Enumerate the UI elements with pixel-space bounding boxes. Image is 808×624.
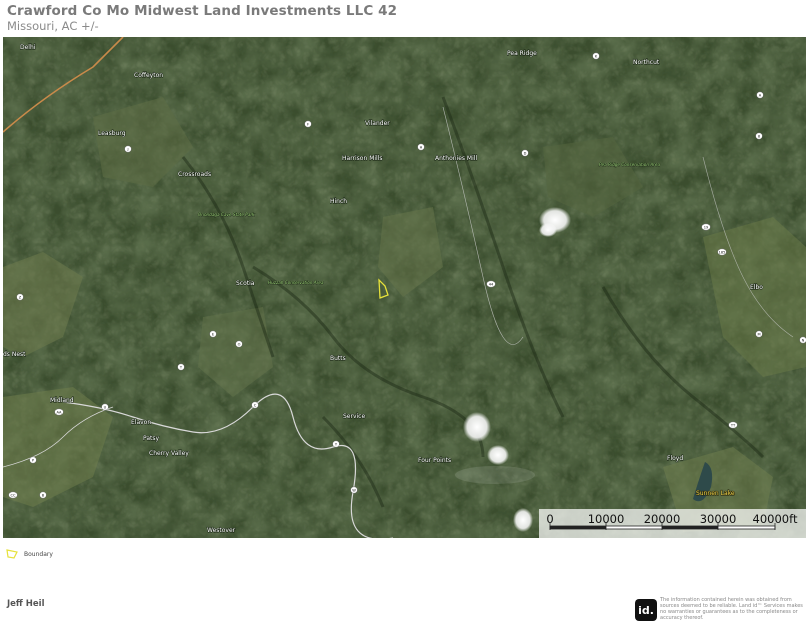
place-leasburg: Leasburg (98, 130, 126, 137)
route-shield: K (592, 52, 600, 60)
route-shield: P (29, 456, 37, 464)
map-subtitle: Missouri, AC +/- (7, 19, 99, 33)
scale-label-20000: 20000 (643, 512, 681, 526)
disclaimer-text: The information contained herein was obt… (660, 597, 803, 621)
route-shield: W (350, 486, 358, 494)
place-elavon: Elavon (131, 419, 151, 426)
map-canvas: Delhi Coffeyton Pea Ridge Northcut Leasb… (3, 37, 806, 538)
scale-label-10000: 10000 (587, 512, 625, 526)
place-pea-ridge: Pea Ridge (507, 50, 537, 57)
land-id-logo: id. (635, 599, 657, 621)
route-shield-label: D (524, 151, 527, 155)
place-vilander: Vilander (365, 120, 390, 127)
route-shield-label: 19 (704, 225, 709, 229)
route-shield: O (235, 340, 243, 348)
place-delhi: Delhi (20, 44, 36, 51)
route-shield: J (124, 145, 132, 153)
place-midland: Midland (50, 397, 74, 404)
route-shield: A (756, 91, 764, 99)
route-shield: 44 (486, 280, 496, 288)
route-shield: F (304, 120, 312, 128)
route-shield: E (209, 330, 217, 338)
place-pea-ridge-ca: Pea Ridge Conservation Area (599, 162, 660, 167)
place-service: Service (343, 413, 365, 420)
route-shield: 185 (717, 248, 727, 256)
scale-label-0: 0 (546, 512, 554, 526)
place-huzzah-ca: Huzzah Conservation Area (268, 280, 324, 285)
route-shield: C (251, 401, 259, 409)
map-title: Crawford Co Mo Midwest Land Investments … (7, 3, 398, 19)
place-anthonies-mill: Anthonies Mill (435, 155, 477, 162)
place-westover: Westover (207, 527, 236, 534)
route-shield-label: O (238, 342, 241, 346)
place-northcut: Northcut (633, 59, 660, 66)
legend-label-boundary: Boundary (24, 550, 53, 558)
route-shield-label: W (352, 488, 356, 492)
route-shield-label: N (802, 338, 805, 342)
route-shield: 8 (755, 132, 763, 140)
route-shield-label: AA (56, 410, 62, 414)
route-shield: U (101, 403, 109, 411)
route-shield: B (39, 491, 47, 499)
place-floyd: Floyd (667, 455, 683, 462)
place-harrison-mills: Harrison Mills (342, 155, 383, 162)
place-ds-nest: ds Nest (3, 351, 26, 358)
place-hinch: Hinch (330, 198, 347, 205)
route-shield-label: H (420, 145, 423, 149)
boundary-legend-icon (6, 549, 18, 559)
map-legend: Boundary (5, 548, 53, 560)
scale-bar: 0 10000 20000 30000 40000ft (539, 509, 806, 538)
route-shield-label: M (757, 332, 760, 336)
route-shield: AA (54, 408, 64, 416)
place-coffeyton: Coffeyton (134, 72, 163, 79)
route-shield: M (755, 330, 763, 338)
route-shield: CC (8, 491, 18, 499)
place-onondaga: Onondaga Cave State Park (198, 212, 255, 217)
place-butts: Butts (330, 355, 346, 362)
route-shield-label: U (104, 405, 107, 409)
scale-label-40000: 40000ft (752, 512, 798, 526)
route-shield: Y (332, 440, 340, 448)
place-scotia: Scotia (236, 280, 255, 287)
route-shield-label: CC (10, 493, 16, 497)
route-shield: H (417, 143, 425, 151)
route-shield: T (177, 363, 185, 371)
route-shield: D (521, 149, 529, 157)
place-four-points: Four Points (418, 457, 451, 464)
route-shield-label: F (307, 122, 309, 126)
place-patsy: Patsy (143, 435, 160, 442)
place-elbo: Elbo (750, 284, 763, 291)
route-shield-label: 185 (719, 250, 726, 254)
route-shield-label: 44 (489, 282, 494, 286)
place-sunnen-lake: Sunnen Lake (696, 490, 735, 497)
place-cherry-valley: Cherry Valley (149, 450, 189, 457)
satellite-map[interactable]: Delhi Coffeyton Pea Ridge Northcut Leasb… (3, 37, 806, 538)
route-shield: N (799, 336, 806, 344)
author-name: Jeff Heil (7, 599, 45, 609)
scale-label-30000: 30000 (699, 512, 737, 526)
route-shield-label: TT (730, 423, 736, 427)
place-crossroads: Crossroads (178, 171, 211, 178)
route-shield: Z (16, 293, 24, 301)
route-shield-label: J (126, 147, 128, 151)
route-shield: TT (728, 421, 738, 429)
route-shield: 19 (701, 223, 711, 231)
